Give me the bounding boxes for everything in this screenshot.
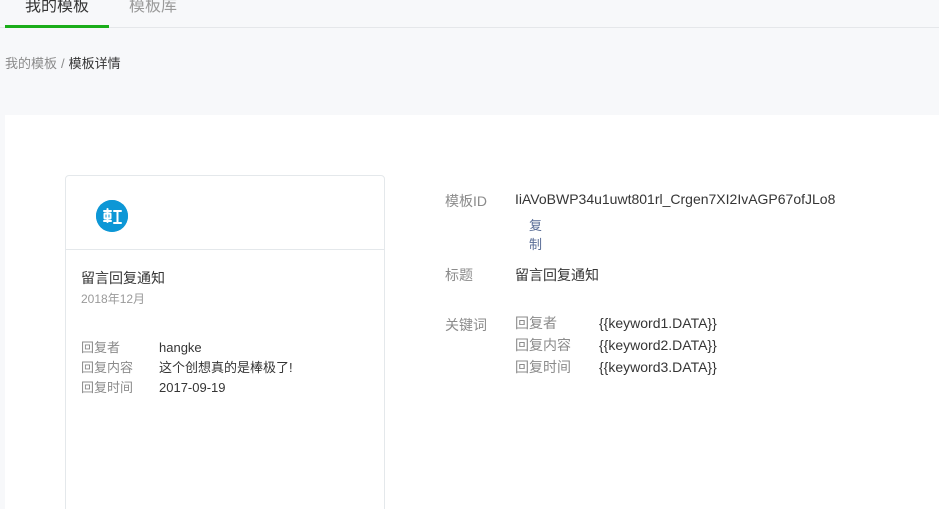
- active-tab-indicator: [5, 25, 109, 28]
- template-preview-card: 留言回复通知 2018年12月 回复者 hangke 回复内容 这个创想真的是棒…: [65, 175, 385, 509]
- keyword-value: {{keyword1.DATA}}: [599, 315, 717, 331]
- card-field-value: hangke: [159, 340, 202, 355]
- keyword-name: 回复者: [515, 315, 557, 331]
- app-logo-icon: [96, 200, 128, 232]
- template-id-value: IiAVoBWP34u1uwt801rl_Crgen7XI2IvAGP67ofJ…: [515, 191, 836, 207]
- card-title: 留言回复通知: [81, 270, 165, 286]
- tab-template-library[interactable]: 模板库: [129, 0, 177, 18]
- card-field-row: 回复者 hangke: [81, 338, 293, 358]
- card-header: [66, 176, 384, 250]
- keyword-name: 回复时间: [515, 359, 571, 375]
- keyword-value: {{keyword2.DATA}}: [599, 337, 717, 353]
- detail-panel: 留言回复通知 2018年12月 回复者 hangke 回复内容 这个创想真的是棒…: [5, 115, 939, 509]
- card-field-row: 回复时间 2017-09-19: [81, 378, 293, 398]
- tab-bar: 我的模板 模板库: [0, 0, 939, 28]
- keyword-name: 回复内容: [515, 337, 571, 353]
- card-field-value: 2017-09-19: [159, 380, 226, 395]
- keyword-row: 回复者 {{keyword1.DATA}}: [515, 312, 717, 334]
- breadcrumb-separator: /: [61, 56, 65, 71]
- breadcrumb: 我的模板 / 模板详情: [5, 55, 121, 73]
- title-label: 标题: [445, 267, 473, 283]
- keyword-row: 回复时间 {{keyword3.DATA}}: [515, 356, 717, 378]
- template-id-label: 模板ID: [445, 193, 487, 209]
- title-value: 留言回复通知: [515, 267, 599, 283]
- card-field-value: 这个创想真的是棒极了!: [159, 360, 293, 375]
- card-date: 2018年12月: [81, 292, 146, 306]
- tab-my-templates[interactable]: 我的模板: [25, 0, 89, 18]
- keyword-row: 回复内容 {{keyword2.DATA}}: [515, 334, 717, 356]
- card-fields: 回复者 hangke 回复内容 这个创想真的是棒极了! 回复时间 2017-09…: [81, 338, 293, 398]
- breadcrumb-current: 模板详情: [68, 56, 121, 71]
- card-field-key: 回复者: [81, 340, 121, 355]
- card-field-row: 回复内容 这个创想真的是棒极了!: [81, 358, 293, 378]
- copy-id-button[interactable]: 复制: [529, 215, 542, 253]
- card-field-key: 回复时间: [81, 380, 134, 395]
- keywords-label: 关键词: [445, 317, 487, 333]
- keyword-value: {{keyword3.DATA}}: [599, 359, 717, 375]
- breadcrumb-my-templates[interactable]: 我的模板: [5, 56, 57, 71]
- card-field-key: 回复内容: [81, 360, 134, 375]
